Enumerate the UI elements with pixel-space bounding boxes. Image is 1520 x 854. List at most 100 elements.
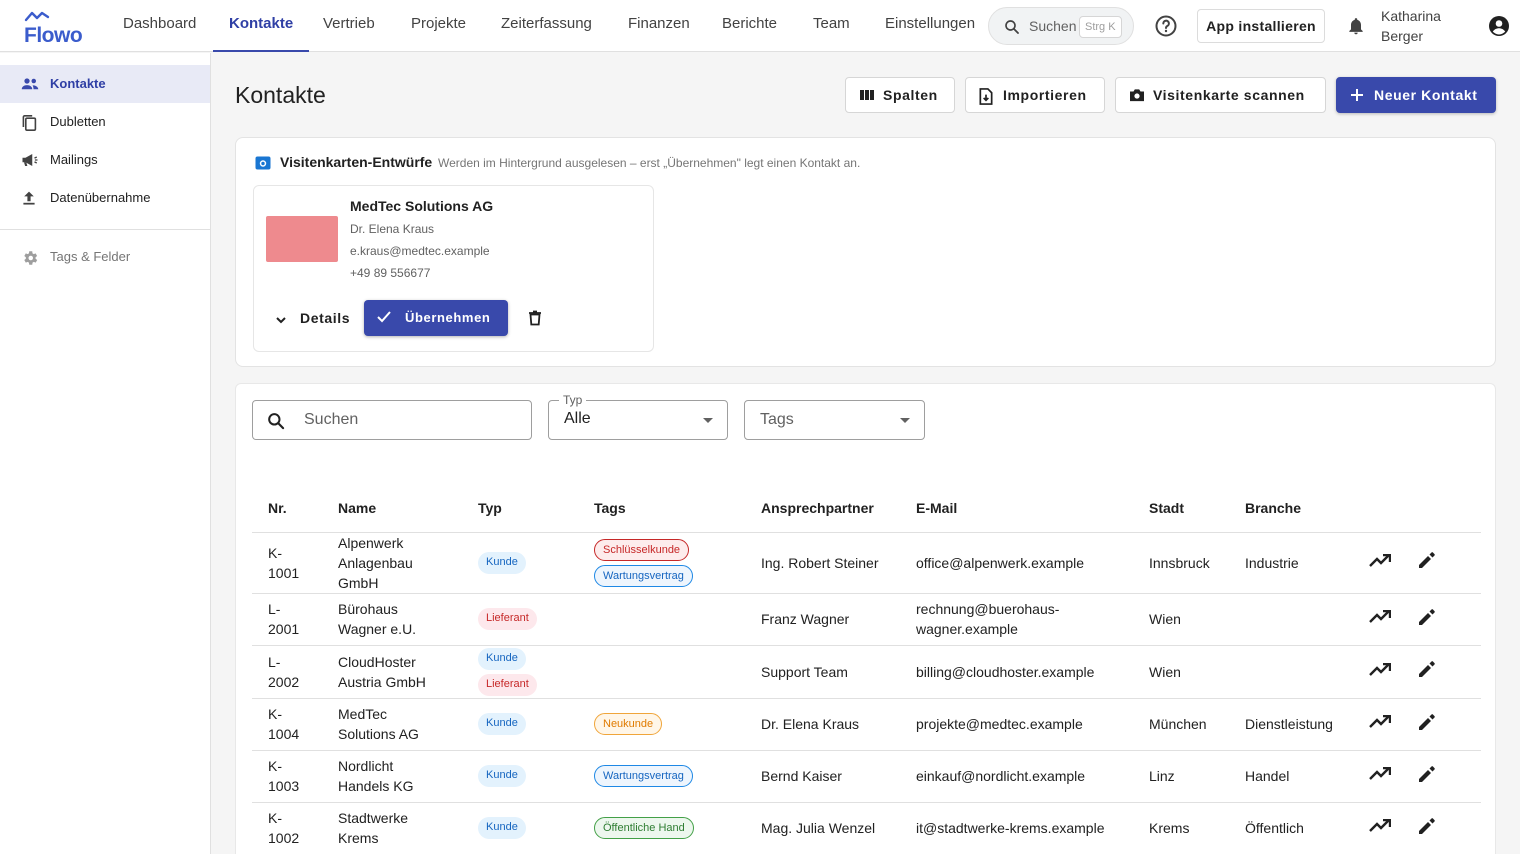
type-select[interactable]: Typ Alle <box>548 393 728 440</box>
file-import-icon <box>979 88 993 105</box>
sidebar-item-label: Dubletten <box>50 114 106 129</box>
cell-email[interactable]: billing@cloudhoster.example <box>900 645 1133 699</box>
cell-actions <box>1357 645 1481 699</box>
table-row[interactable]: K- 1001 Alpenwerk Anlagenbau GmbH Kunde Schlüs… <box>252 532 1481 594</box>
edit-pencil-icon[interactable] <box>1417 607 1437 632</box>
brand-logo[interactable]: Flowo <box>24 10 84 47</box>
cell-name[interactable]: Nordlicht Handels KG <box>322 750 462 803</box>
cell-nr: K- 1002 <box>252 802 322 854</box>
cell-tags <box>578 645 745 699</box>
sidebar-divider <box>0 229 210 230</box>
header-branche[interactable]: Branche <box>1229 484 1357 533</box>
nav-berichte[interactable]: Berichte <box>706 0 793 52</box>
contact-search-input[interactable]: Suchen <box>252 400 532 440</box>
table-row[interactable]: L- 2002 CloudHoster Austria GmbH Kunde Liefer… <box>252 645 1481 699</box>
upload-icon <box>23 191 35 205</box>
bell-icon[interactable] <box>1346 16 1366 36</box>
header-tags[interactable]: Tags <box>578 484 745 533</box>
cell-name[interactable]: MedTec Solutions AG <box>322 698 462 751</box>
tag-chip[interactable]: Öffentliche Hand <box>594 817 694 839</box>
cell-email[interactable]: projekte@medtec.example <box>900 698 1133 751</box>
trending-up-icon[interactable] <box>1369 609 1392 629</box>
header-ansprechpartner[interactable]: Ansprechpartner <box>745 484 900 533</box>
search-label: Suchen <box>1029 18 1077 34</box>
edit-pencil-icon[interactable] <box>1417 659 1437 684</box>
nav-projekte[interactable]: Projekte <box>395 0 482 52</box>
user-name[interactable]: Katharina Berger <box>1381 6 1471 46</box>
edit-pencil-icon[interactable] <box>1417 712 1437 737</box>
tag-chip[interactable]: Wartungsvertrag <box>594 564 693 587</box>
header-email[interactable]: E-Mail <box>900 484 1133 533</box>
sidebar-item-label: Kontakte <box>50 76 106 91</box>
tags-select[interactable]: Tags <box>744 400 925 440</box>
scan-card-button[interactable]: Visitenkarte scannen <box>1115 77 1326 113</box>
install-app-button[interactable]: App installieren <box>1197 9 1325 43</box>
header-stadt[interactable]: Stadt <box>1133 484 1229 533</box>
cell-name[interactable]: Bürohaus Wagner e.U. <box>322 593 462 646</box>
table-row[interactable]: L- 2001 Bürohaus Wagner e.U. Lieferant Franz … <box>252 593 1481 646</box>
contact-search-placeholder: Suchen <box>304 411 359 428</box>
sidebar-item-datenuebernahme[interactable]: Datenübernahme <box>0 179 210 217</box>
nav-einstellungen[interactable]: Einstellungen <box>869 0 991 52</box>
tag-chip[interactable]: Neukunde <box>594 713 663 735</box>
cell-name[interactable]: CloudHoster Austria GmbH <box>322 645 462 699</box>
user-last-name: Berger <box>1381 28 1424 44</box>
columns-button[interactable]: Spalten <box>845 77 955 113</box>
cell-city: Wien <box>1133 645 1229 699</box>
camera-icon <box>1130 89 1144 102</box>
sidebar-item-tags-felder[interactable]: Tags & Felder <box>0 238 210 276</box>
cell-name[interactable]: Stadtwerke Krems <box>322 802 462 854</box>
trending-up-icon[interactable] <box>1369 818 1392 838</box>
cell-email[interactable]: office@alpenwerk.example <box>900 532 1133 594</box>
global-search[interactable]: Suchen Strg K <box>988 7 1134 45</box>
nav-zeiterfassung[interactable]: Zeiterfassung <box>485 0 608 52</box>
trending-up-icon[interactable] <box>1369 662 1392 682</box>
account-circle-icon[interactable] <box>1487 14 1511 38</box>
user-first-name: Katharina <box>1381 8 1441 24</box>
apply-draft-button[interactable]: Übernehmen <box>364 300 508 336</box>
tag-chip[interactable]: Schlüsselkunde <box>594 538 690 561</box>
header-name[interactable]: Name <box>322 484 462 533</box>
new-contact-button[interactable]: Neuer Kontakt <box>1336 77 1496 113</box>
sidebar-item-dubletten[interactable]: Dubletten <box>0 103 210 141</box>
table-row[interactable]: K- 1003 Nordlicht Handels KG Kunde Wartungsve… <box>252 750 1481 803</box>
trending-up-icon[interactable] <box>1369 714 1392 734</box>
nr-line: 1001 <box>268 564 300 581</box>
table-row[interactable]: K- 1002 Stadtwerke Krems Kunde Öffentliche Ha… <box>252 802 1481 854</box>
cell-name[interactable]: Alpenwerk Anlagenbau GmbH <box>322 532 462 594</box>
table-row[interactable]: K- 1004 MedTec Solutions AG Kunde Neukunde Dr.… <box>252 698 1481 751</box>
cell-email[interactable]: einkauf@nordlicht.example <box>900 750 1133 803</box>
nav-finanzen[interactable]: Finanzen <box>612 0 706 52</box>
cell-email[interactable]: rechnung@buerohaus-wagner.example <box>900 593 1133 646</box>
cell-city: Krems <box>1133 802 1229 854</box>
header-typ[interactable]: Typ <box>462 484 578 533</box>
tag-chip[interactable]: Wartungsvertrag <box>594 765 693 787</box>
trash-icon[interactable] <box>528 310 542 326</box>
cell-nr: L- 2002 <box>252 645 322 699</box>
cell-email[interactable]: it@stadtwerke-krems.example <box>900 802 1133 854</box>
help-icon[interactable] <box>1154 14 1178 38</box>
import-button[interactable]: Importieren <box>965 77 1105 113</box>
cell-industry <box>1229 645 1357 699</box>
edit-pencil-icon[interactable] <box>1417 550 1437 575</box>
type-select-value: Alle <box>564 410 591 427</box>
nav-dashboard[interactable]: Dashboard <box>107 0 212 52</box>
nav-kontakte[interactable]: Kontakte <box>213 0 310 52</box>
draft-card: MedTec Solutions AG Dr. Elena Kraus e.kr… <box>253 185 654 352</box>
card-thumbnail[interactable] <box>266 216 338 262</box>
type-chip: Kunde <box>478 765 526 787</box>
new-contact-button-label: Neuer Kontakt <box>1374 87 1478 103</box>
edit-pencil-icon[interactable] <box>1417 764 1437 789</box>
name-line: Austria GmbH <box>338 673 426 690</box>
sidebar-item-kontakte[interactable]: Kontakte <box>0 65 210 103</box>
nr-line: 1004 <box>268 726 300 742</box>
edit-pencil-icon[interactable] <box>1417 816 1437 841</box>
nav-vertrieb[interactable]: Vertrieb <box>307 0 391 52</box>
header-nr[interactable]: Nr. <box>252 484 322 533</box>
email-line: wagner.example <box>916 621 1018 637</box>
sidebar-item-mailings[interactable]: Mailings <box>0 141 210 179</box>
nav-team[interactable]: Team <box>797 0 866 52</box>
trending-up-icon[interactable] <box>1369 766 1392 786</box>
trending-up-icon[interactable] <box>1369 553 1392 573</box>
search-icon <box>1005 20 1019 34</box>
